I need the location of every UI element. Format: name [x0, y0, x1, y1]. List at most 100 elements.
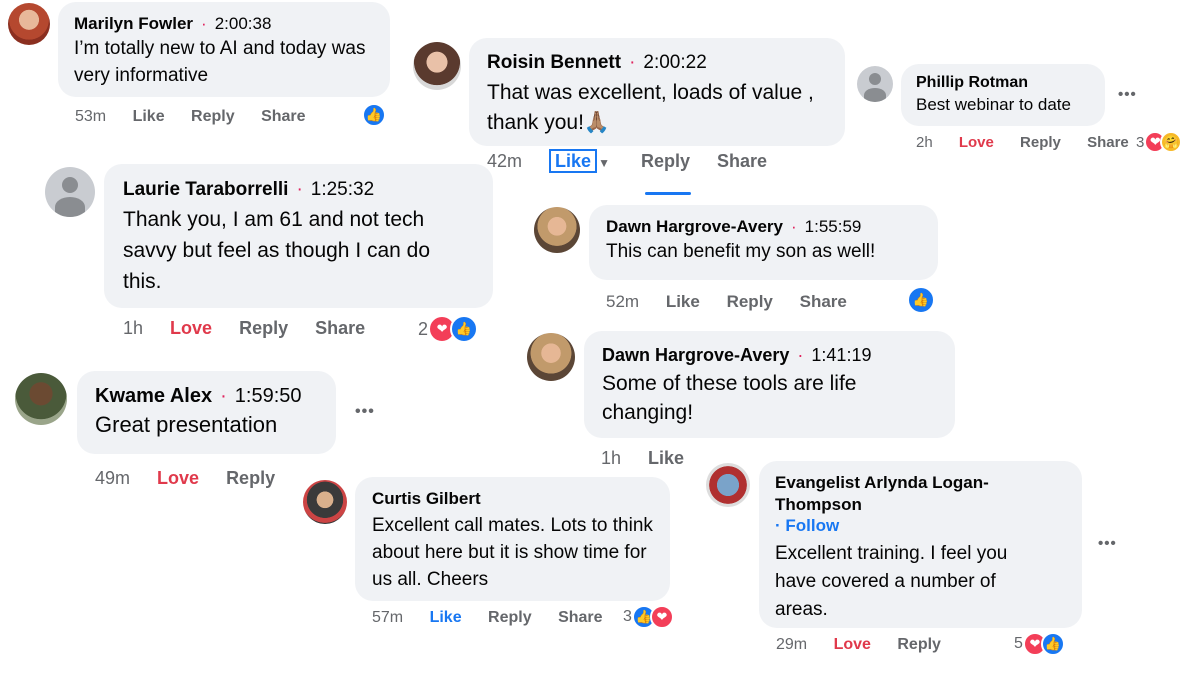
love-button[interactable]: Love	[834, 636, 871, 653]
love-button[interactable]: Love	[157, 468, 199, 488]
reaction-count: 3	[623, 608, 632, 625]
reaction-summary[interactable]: 2 ❤ 👍	[418, 315, 479, 343]
avatar[interactable]	[706, 463, 750, 507]
default-avatar-body	[55, 197, 85, 217]
avatar[interactable]	[857, 66, 893, 102]
comment-actions: 1h Love Reply Share	[123, 318, 387, 339]
love-button[interactable]: Love	[170, 318, 212, 338]
default-avatar-body	[864, 88, 886, 102]
more-options-button[interactable]: •••	[1098, 535, 1117, 552]
reply-button[interactable]: Reply	[191, 108, 235, 125]
comment-age[interactable]: 29m	[776, 636, 807, 653]
separator-dot: ·	[296, 179, 303, 200]
comment-text: Best webinar to date	[916, 95, 1071, 114]
avatar[interactable]	[413, 42, 461, 90]
comment-bubble: Kwame Alex · 1:59:50 Great presentation	[77, 371, 336, 454]
comment-timestamp[interactable]: 2:00:38	[215, 14, 272, 33]
commenter-name[interactable]: Laurie Taraborrelli	[123, 179, 288, 200]
comment-age[interactable]: 42m	[487, 151, 522, 171]
comment-bubble: Dawn Hargrove-Avery · 1:55:59 This can ben…	[589, 205, 938, 280]
comment-timestamp[interactable]: 1:55:59	[805, 217, 862, 236]
reply-button[interactable]: Reply	[488, 609, 532, 626]
love-button[interactable]: Love	[959, 134, 994, 151]
reaction-count: 2	[418, 318, 429, 339]
comment-actions: 53m Like Reply Share	[75, 108, 328, 126]
commenter-name[interactable]: Curtis Gilbert	[372, 488, 653, 510]
like-button[interactable]: Like	[133, 108, 165, 125]
reaction-summary[interactable]: 👍	[362, 103, 386, 127]
comment-text: That was excellent, loads of value , tha…	[487, 81, 814, 134]
commenter-name[interactable]: Dawn Hargrove-Avery	[606, 217, 783, 236]
caret-down-icon[interactable]: ▼	[598, 156, 610, 170]
comment-text: Thank you, I am 61 and not tech savvy bu…	[123, 208, 431, 293]
share-button[interactable]: Share	[800, 292, 847, 311]
comment-timestamp[interactable]: 1:59:50	[235, 385, 302, 407]
comment-actions: 49m Love Reply	[95, 468, 297, 489]
like-button-selected[interactable]: Like	[549, 149, 598, 173]
comment-text: This can benefit my son as well!	[606, 241, 876, 262]
reaction-summary[interactable]: 👍	[907, 286, 935, 314]
comment-age[interactable]: 53m	[75, 108, 106, 125]
reaction-count: 3	[1136, 133, 1145, 151]
heart-icon: ❤	[649, 605, 674, 629]
like-button[interactable]: Like	[666, 292, 700, 311]
comment-actions: 42m Like ▼ Reply Share	[487, 149, 789, 173]
comment-age[interactable]: 49m	[95, 468, 130, 488]
reply-button[interactable]: Reply	[641, 151, 690, 171]
like-button[interactable]: Like	[648, 448, 684, 466]
commenter-name[interactable]: Kwame Alex	[95, 385, 212, 407]
comment-text: Excellent call mates. Lots to think abou…	[372, 515, 653, 590]
reply-button[interactable]: Reply	[897, 636, 941, 653]
separator-dot: ·	[201, 14, 207, 33]
comment-actions: 1h Like	[601, 448, 706, 466]
reaction-summary[interactable]: 3 ❤ 🤗	[1136, 131, 1183, 153]
commenter-name[interactable]: Phillip Rotman	[916, 73, 1090, 93]
avatar[interactable]	[45, 167, 95, 217]
comment-age[interactable]: 1h	[601, 448, 621, 466]
avatar[interactable]	[8, 3, 50, 45]
commenter-name[interactable]: Dawn Hargrove-Avery	[602, 345, 789, 365]
avatar[interactable]	[303, 480, 347, 524]
reaction-summary[interactable]: 3 👍 ❤	[623, 605, 674, 629]
comment-header: Roisin Bennett · 2:00:22	[487, 51, 827, 75]
share-button[interactable]: Share	[558, 609, 602, 626]
reaction-summary[interactable]: 5 ❤ 👍	[1014, 632, 1065, 656]
commenter-name[interactable]: Evangelist Arlynda Logan-Thompson	[775, 472, 1015, 516]
comment-bubble: Dawn Hargrove-Avery · 1:41:19 Some of thes…	[584, 331, 955, 438]
thumbs-up-icon: 👍	[907, 286, 935, 314]
comment-age[interactable]: 52m	[606, 292, 639, 311]
more-options-button[interactable]: •••	[355, 403, 375, 421]
reply-button[interactable]: Reply	[727, 292, 773, 311]
reply-button[interactable]: Reply	[239, 318, 288, 338]
reply-button[interactable]: Reply	[1020, 134, 1061, 151]
separator-dot: ·	[220, 385, 227, 407]
commenter-name[interactable]: Marilyn Fowler	[74, 14, 193, 33]
comment-actions: 52m Like Reply Share	[606, 292, 869, 312]
default-avatar-head	[62, 177, 78, 193]
reply-button[interactable]: Reply	[226, 468, 275, 488]
share-button[interactable]: Share	[717, 151, 767, 171]
comment-header: Kwame Alex · 1:59:50	[95, 383, 318, 409]
comment-age[interactable]: 1h	[123, 318, 143, 338]
avatar[interactable]	[527, 333, 575, 381]
comment-timestamp[interactable]: 1:41:19	[811, 345, 871, 365]
comment-header: Laurie Taraborrelli · 1:25:32	[123, 177, 474, 202]
comment-timestamp[interactable]: 1:25:32	[311, 179, 374, 200]
follow-button[interactable]: · Follow	[775, 516, 1066, 536]
comment-age[interactable]: 2h	[916, 134, 933, 151]
avatar[interactable]	[15, 373, 67, 425]
comment-age[interactable]: 57m	[372, 609, 403, 626]
avatar[interactable]	[534, 207, 580, 253]
comment-bubble: Roisin Bennett · 2:00:22 That was excellen…	[469, 38, 845, 146]
comment-bubble: Marilyn Fowler · 2:00:38 I’m totally new t…	[58, 2, 390, 97]
share-button[interactable]: Share	[315, 318, 365, 338]
like-button[interactable]: Like	[430, 609, 462, 626]
care-icon: 🤗	[1160, 131, 1183, 153]
commenter-name[interactable]: Roisin Bennett	[487, 52, 621, 73]
comment-timestamp[interactable]: 2:00:22	[643, 52, 706, 73]
comment-header: Marilyn Fowler · 2:00:38	[74, 13, 374, 35]
more-options-button[interactable]: •••	[1118, 86, 1137, 103]
share-button[interactable]: Share	[1087, 134, 1129, 151]
share-button[interactable]: Share	[261, 108, 305, 125]
comment-actions: 57m Like Reply Share	[372, 609, 625, 627]
